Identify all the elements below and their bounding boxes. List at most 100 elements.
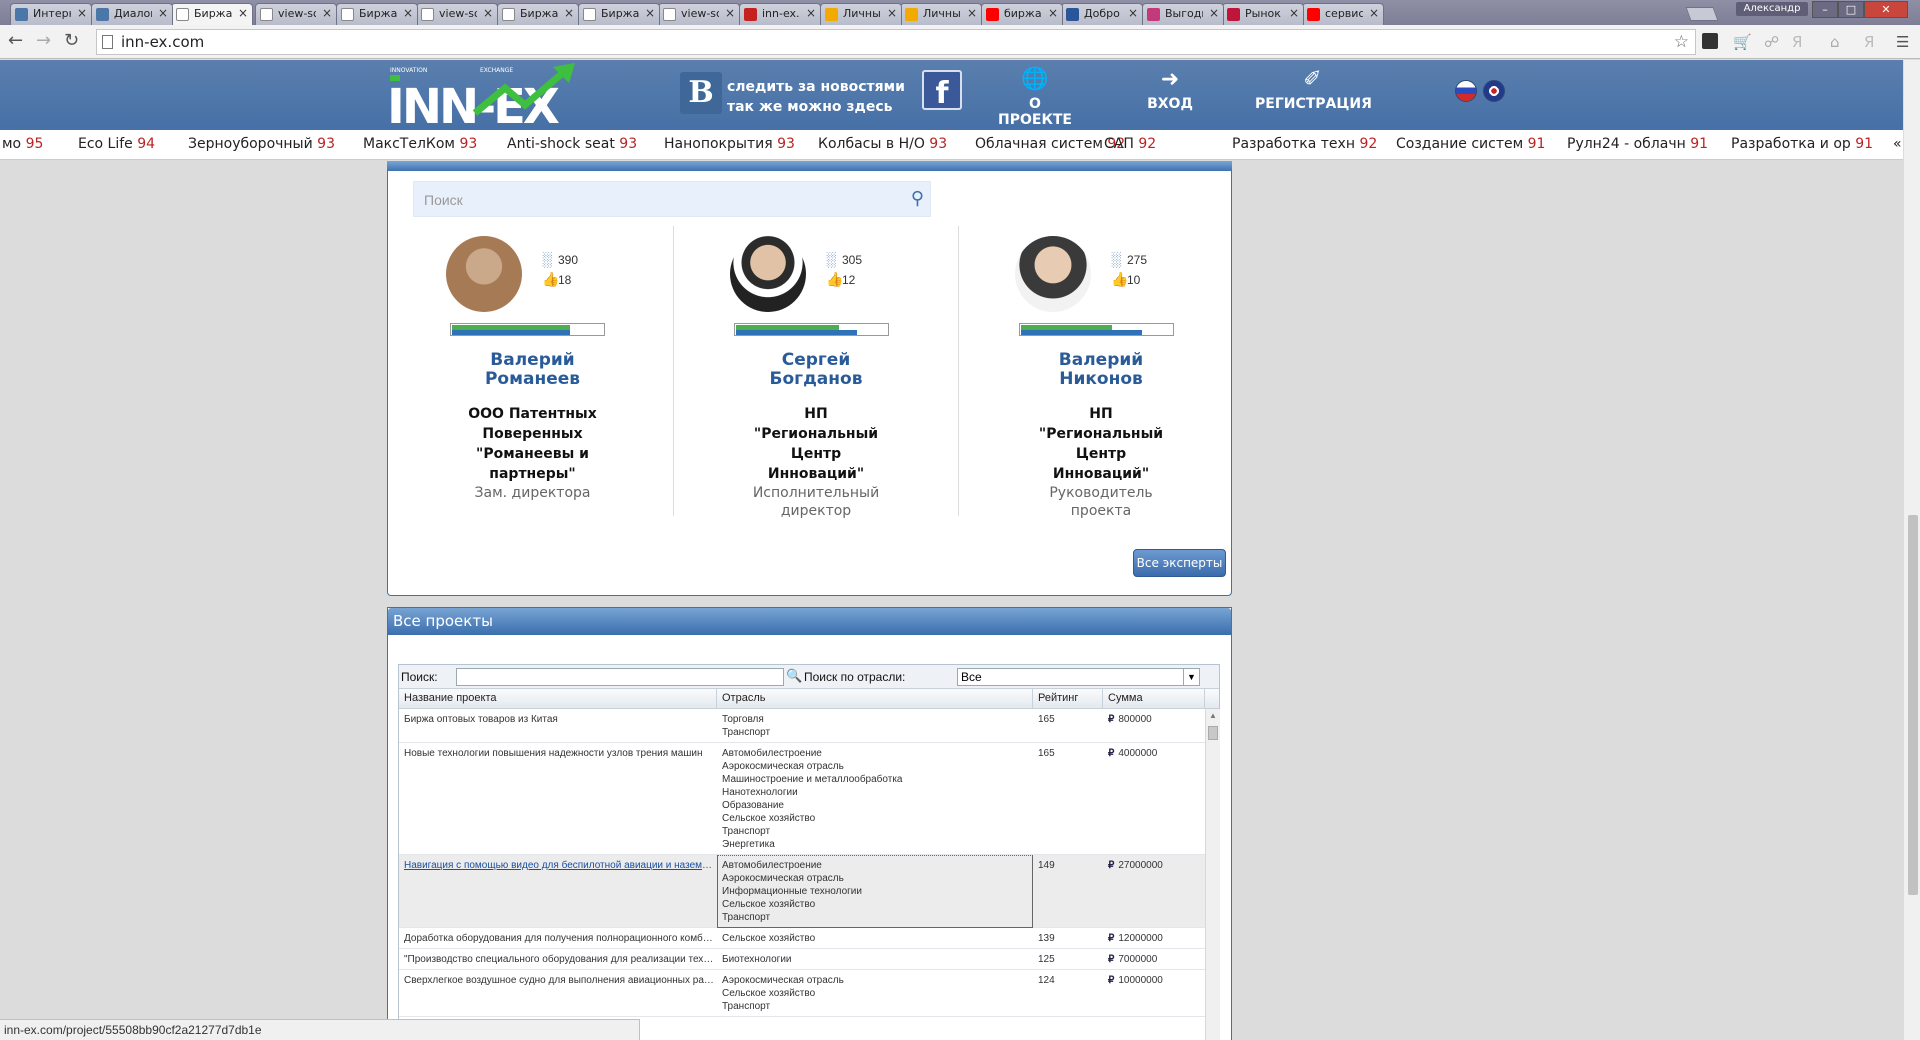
all-experts-button[interactable]: Все эксперты (1133, 549, 1226, 577)
browser-tab[interactable]: Рынок × (1222, 3, 1304, 25)
project-name[interactable]: "Производство специального оборудования … (399, 953, 717, 966)
browser-tab[interactable]: Биржа × (336, 3, 418, 25)
russian-flag-icon[interactable] (1455, 80, 1477, 102)
facebook-icon[interactable]: f (922, 70, 962, 111)
close-tab-icon[interactable]: × (322, 6, 332, 20)
browser-tab[interactable]: inn-ex.c × (739, 3, 821, 25)
ticker-item[interactable]: САП 92 (1104, 136, 1156, 152)
search-icon[interactable]: 🔍 (786, 668, 802, 684)
ticker-item[interactable]: Колбасы в Н/О 93 (818, 136, 947, 152)
table-row[interactable]: Доработка оборудования для получения пол… (399, 928, 1205, 949)
bookmark-star-icon[interactable]: ☆ (1674, 30, 1689, 54)
expert-name[interactable]: Валерий Романеев (390, 351, 675, 389)
close-tab-icon[interactable]: × (564, 6, 574, 20)
expert-card[interactable]: ░ 305 👍12 Сергей Богданов НП "Региональный Ц… (673, 226, 958, 519)
yandex-bar-icon[interactable]: Я (1864, 33, 1874, 51)
project-name[interactable]: Сверхлегкое воздушное судно для выполнен… (399, 974, 717, 987)
ticker-item[interactable]: Anti-shock seat 93 (507, 136, 637, 152)
close-tab-icon[interactable]: × (725, 6, 735, 20)
browser-tab[interactable]: биржа × (981, 3, 1063, 25)
avatar[interactable] (446, 236, 522, 312)
share-icon[interactable]: ☍ (1764, 33, 1779, 51)
close-tab-icon[interactable]: × (1209, 6, 1219, 20)
menu-icon[interactable]: ☰ (1896, 33, 1909, 51)
close-tab-icon[interactable]: × (967, 6, 977, 20)
english-flag-icon[interactable] (1483, 80, 1505, 102)
column-header-rating[interactable]: Рейтинг (1033, 689, 1103, 708)
expert-name[interactable]: Валерий Никонов (959, 351, 1243, 389)
close-tab-icon[interactable]: × (483, 6, 493, 20)
close-tab-icon[interactable]: × (77, 6, 87, 20)
browser-tab[interactable]: Биржа × (578, 3, 660, 25)
browser-tab[interactable]: Добро × (1061, 3, 1143, 25)
ticker-scroll-icon[interactable]: « (1893, 136, 1902, 152)
grid-scrollbar[interactable]: ▲ (1205, 709, 1220, 1040)
expert-card[interactable]: ░ 390 👍18 Валерий Романеев ООО Патентных Пов… (390, 226, 675, 516)
close-tab-icon[interactable]: × (887, 6, 897, 20)
grid-scroll-thumb[interactable] (1208, 726, 1218, 740)
browser-tab[interactable]: Личный × (820, 3, 902, 25)
project-search-input[interactable] (456, 668, 784, 686)
ticker-item[interactable]: Разработка техн 92 (1232, 136, 1377, 152)
ticker-item[interactable]: Разработка и ор 91 (1731, 136, 1873, 152)
search-icon[interactable]: ⚲ (911, 188, 924, 209)
table-row[interactable]: "Производство специального оборудования … (399, 949, 1205, 970)
ticker-item[interactable]: Нанопокрытия 93 (664, 136, 795, 152)
user-profile-button[interactable]: Александр (1736, 2, 1808, 16)
page-scrollbar[interactable] (1903, 60, 1920, 1040)
project-name[interactable]: Навигация с помощью видео для беспилотно… (399, 859, 717, 872)
project-name[interactable]: Биржа оптовых товаров из Китая (399, 713, 717, 726)
vk-logo-icon[interactable]: B (680, 72, 722, 114)
browser-tab[interactable]: view-so × (255, 3, 337, 25)
vk-follow-text[interactable]: следить за новостями так же можно здесь (727, 77, 905, 117)
ticker-item[interactable]: Рулн24 - облачн 91 (1567, 136, 1708, 152)
table-row[interactable]: Сверхлегкое воздушное судно для выполнен… (399, 970, 1205, 1017)
project-name[interactable]: Новые технологии повышения надежности уз… (399, 747, 717, 760)
column-header-sum[interactable]: Сумма (1103, 689, 1205, 708)
close-tab-icon[interactable]: × (238, 6, 248, 20)
browser-tab[interactable]: Личный × (900, 3, 982, 25)
scroll-up-icon[interactable]: ▲ (1209, 711, 1217, 720)
browser-tab[interactable]: сервис × (1302, 3, 1384, 25)
close-tab-icon[interactable]: × (645, 6, 655, 20)
close-tab-icon[interactable]: × (1289, 6, 1299, 20)
close-tab-icon[interactable]: × (158, 6, 168, 20)
project-name[interactable]: Доработка оборудования для получения пол… (399, 932, 717, 945)
browser-tab[interactable]: Биржа × (171, 3, 253, 25)
minimize-icon[interactable]: – (1812, 1, 1838, 18)
table-row[interactable]: Новые технологии повышения надежности уз… (399, 743, 1205, 855)
nav-login[interactable]: ➜ ВХОД (1130, 68, 1210, 113)
industry-select[interactable]: Все ▼ (957, 668, 1200, 686)
experts-search-input[interactable]: Поиск ⚲ (413, 181, 931, 217)
yandex-icon[interactable]: Я (1792, 33, 1802, 51)
chevron-down-icon[interactable]: ▼ (1183, 669, 1199, 685)
cart-icon[interactable]: 🛒 (1733, 33, 1752, 51)
expert-card[interactable]: ░ 275 👍10 Валерий Никонов НП "Региональный Ц… (958, 226, 1243, 519)
browser-tab[interactable]: Выгодн × (1142, 3, 1224, 25)
maximize-icon[interactable]: □ (1838, 1, 1864, 18)
close-tab-icon[interactable]: × (1369, 6, 1379, 20)
reload-icon[interactable]: ↻ (64, 30, 79, 52)
column-header-industry[interactable]: Отрасль (717, 689, 1033, 708)
table-row[interactable]: Биржа оптовых товаров из Китая Торговля Тр… (399, 709, 1205, 743)
table-row[interactable]: Навигация с помощью видео для беспилотно… (399, 855, 1205, 928)
ticker-item[interactable]: Зерноуборочный 93 (188, 136, 335, 152)
avatar[interactable] (1015, 236, 1091, 312)
home-icon[interactable]: ⌂ (1830, 33, 1840, 51)
browser-tab[interactable]: Интерн × (10, 3, 92, 25)
back-arrow-icon[interactable]: ← (8, 30, 23, 52)
ticker-item[interactable]: мо 95 (2, 136, 43, 152)
column-header-name[interactable]: Название проекта (399, 689, 717, 708)
browser-tab[interactable]: Биржа × (497, 3, 579, 25)
extension-icon[interactable] (1702, 33, 1718, 49)
ticker-item[interactable]: МаксТелКом 93 (363, 136, 477, 152)
ticker-item[interactable]: Создание систем 91 (1396, 136, 1545, 152)
ticker-item[interactable]: Облачная систем 92 (975, 136, 1125, 152)
nav-about[interactable]: 🌐 О ПРОЕКТЕ (990, 68, 1080, 129)
close-tab-icon[interactable]: × (1048, 6, 1058, 20)
avatar[interactable] (730, 236, 806, 312)
close-tab-icon[interactable]: × (1128, 6, 1138, 20)
close-tab-icon[interactable]: × (806, 6, 816, 20)
forward-arrow-icon[interactable]: → (36, 30, 51, 52)
expert-name[interactable]: Сергей Богданов (674, 351, 958, 389)
